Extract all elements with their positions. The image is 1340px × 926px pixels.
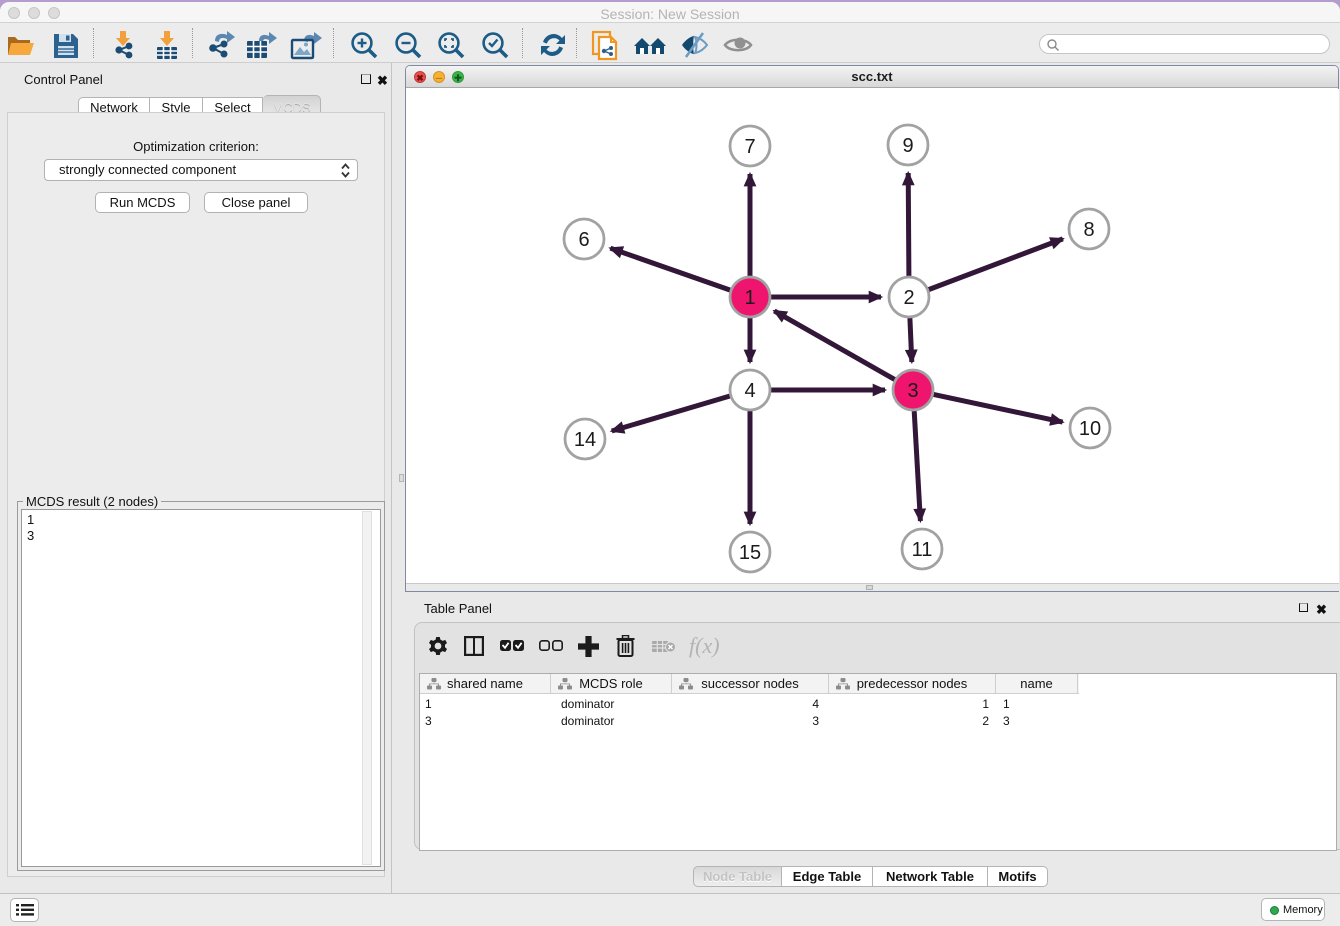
svg-text:15: 15 (739, 542, 761, 564)
svg-text:2: 2 (903, 287, 914, 309)
svg-text:8: 8 (1083, 219, 1094, 241)
svg-text:1: 1 (744, 287, 755, 309)
svg-text:6: 6 (578, 229, 589, 251)
svg-text:9: 9 (902, 135, 913, 157)
svg-text:10: 10 (1079, 418, 1101, 440)
svg-text:11: 11 (912, 539, 933, 561)
svg-text:7: 7 (744, 136, 755, 158)
svg-text:4: 4 (744, 380, 755, 402)
svg-text:3: 3 (907, 380, 918, 402)
svg-text:14: 14 (574, 429, 596, 451)
